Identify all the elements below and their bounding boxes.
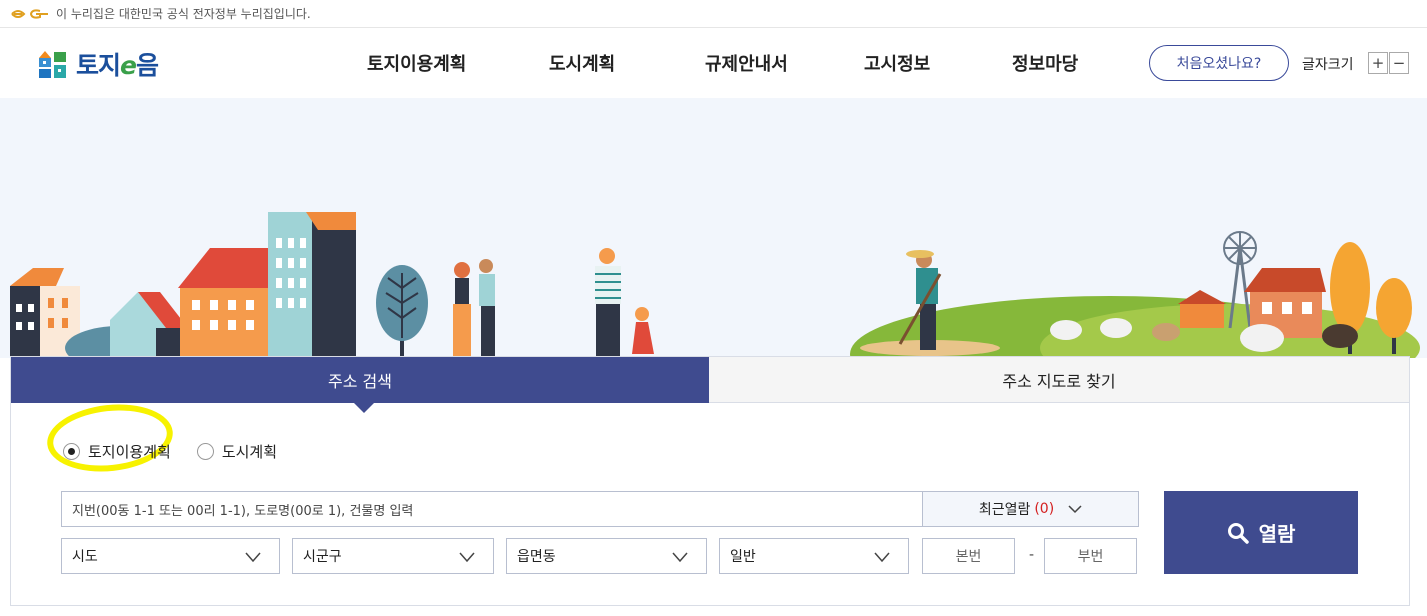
hero-scene-illustration: [10, 212, 1420, 358]
brand-name-part2: 음: [135, 51, 159, 80]
nav-item-info-plaza[interactable]: 정보마당: [1012, 50, 1078, 76]
recent-views-label: 최근열람: [978, 502, 1031, 518]
number-separator: -: [1029, 547, 1035, 563]
gov-banner: 이 누리집은 대한민국 공식 전자정부 누리집입니다.: [0, 0, 1427, 28]
address-search-input[interactable]: 지번(00동 1-1 또는 00리 1-1), 도로명(00로 1), 건물명 …: [61, 491, 923, 527]
recent-views-dropdown[interactable]: 최근열람 (0): [922, 491, 1139, 527]
search-input-placeholder: 지번(00동 1-1 또는 00리 1-1), 도로명(00로 1), 건물명 …: [72, 503, 414, 519]
nav-item-notice-info[interactable]: 고시정보: [864, 50, 930, 76]
chevron-down-icon: [672, 552, 688, 563]
select-sido-label: 시도: [72, 549, 98, 565]
highlight-circle-annotation: [43, 398, 177, 478]
font-size-decrease-button[interactable]: −: [1389, 52, 1409, 74]
view-button[interactable]: 열람: [1164, 491, 1358, 574]
radio-label-urban-plan[interactable]: 도시계획: [222, 441, 277, 462]
chevron-down-icon: [1068, 505, 1082, 514]
egov-logo-icon: [11, 8, 48, 19]
font-size-increase-button[interactable]: +: [1368, 52, 1388, 74]
search-icon: [1227, 522, 1249, 544]
plan-type-radio-group: 토지이용계획 도시계획: [63, 441, 303, 462]
select-sigungu-label: 시군구: [303, 549, 342, 565]
brand-name-e: e: [120, 51, 137, 80]
chevron-down-icon: [245, 552, 261, 563]
font-size-label: 글자크기: [1302, 57, 1354, 73]
search-panel: 주소 검색 주소 지도로 찾기 토지이용계획 도시계획 지번(00동 1-1 또…: [10, 356, 1410, 606]
select-land-type[interactable]: 일반: [719, 538, 909, 574]
brand-name-part1: 토지: [76, 51, 121, 80]
recent-views-count: (0): [1034, 501, 1055, 517]
nav-item-regulation-guide[interactable]: 규제안내서: [705, 50, 788, 76]
select-sigungu[interactable]: 시군구: [292, 538, 494, 574]
sub-number-input[interactable]: 부번: [1044, 538, 1137, 574]
site-logo[interactable]: 토지e음: [38, 46, 159, 82]
select-eupmyeondong-label: 읍면동: [517, 549, 556, 565]
chevron-down-icon: [459, 552, 475, 563]
radio-urban-plan[interactable]: [196, 443, 214, 460]
brand-name: 토지e음: [76, 46, 159, 82]
site-header: 토지e음 토지이용계획 도시계획 규제안내서 고시정보 정보마당 처음오셨나요?…: [0, 28, 1427, 98]
select-sido[interactable]: 시도: [61, 538, 280, 574]
nav-item-land-use-plan[interactable]: 토지이용계획: [367, 50, 466, 76]
chevron-down-icon: [874, 552, 890, 563]
tab-find-on-map[interactable]: 주소 지도로 찾기: [709, 357, 1409, 403]
select-land-type-label: 일반: [730, 549, 756, 565]
main-number-input[interactable]: 본번: [922, 538, 1015, 574]
gov-banner-text: 이 누리집은 대한민국 공식 전자정부 누리집입니다.: [56, 7, 311, 21]
first-visit-button[interactable]: 처음오셨나요?: [1149, 45, 1289, 81]
view-button-label: 열람: [1258, 522, 1296, 546]
brand-mark-icon: [39, 51, 66, 78]
hero-illustration: [0, 98, 1427, 358]
radio-land-use-plan[interactable]: [63, 443, 80, 460]
radio-label-land-use-plan[interactable]: 토지이용계획: [88, 441, 171, 462]
nav-item-urban-plan[interactable]: 도시계획: [549, 50, 615, 76]
tab-address-search[interactable]: 주소 검색: [11, 357, 709, 413]
select-eupmyeondong[interactable]: 읍면동: [506, 538, 707, 574]
